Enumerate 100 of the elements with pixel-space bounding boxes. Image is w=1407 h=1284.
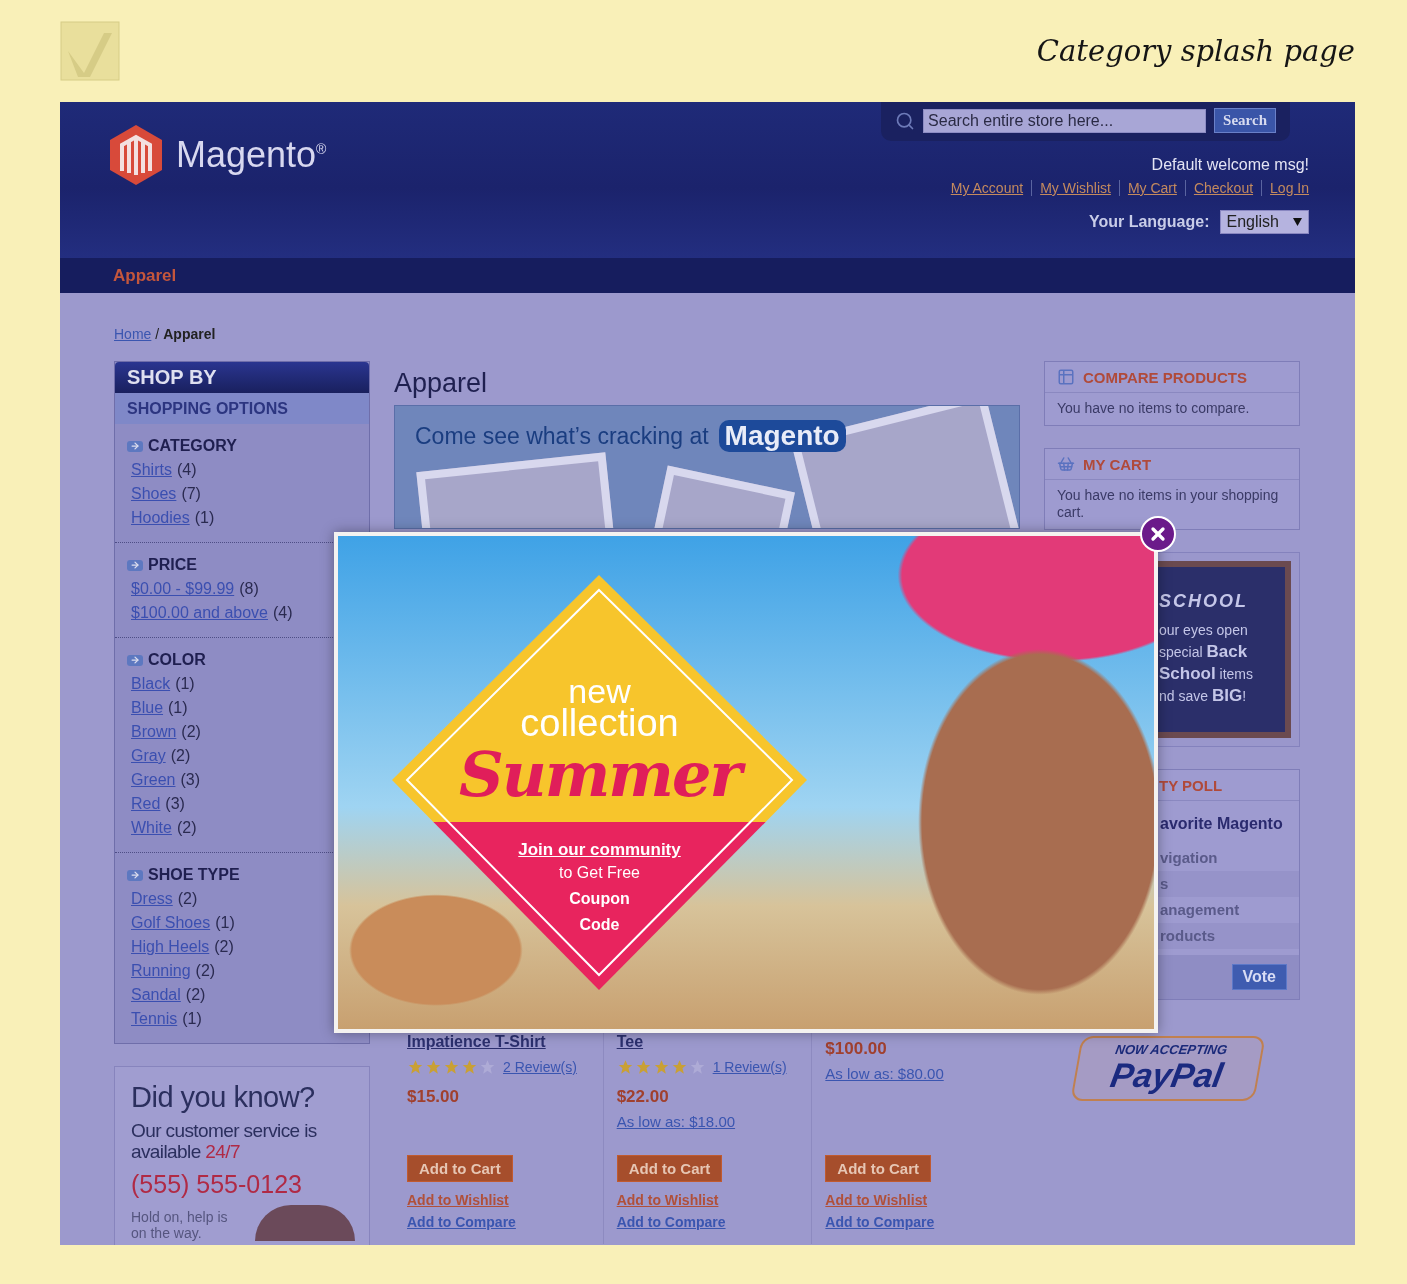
filter-link[interactable]: High Heels [131, 938, 210, 956]
add-to-compare-link[interactable]: Add to Compare [616, 1214, 726, 1230]
filter-link[interactable]: $100.00 and above [131, 604, 268, 622]
filter-count: (1) [194, 509, 215, 527]
breadcrumb-link[interactable]: Home [114, 326, 152, 361]
filter-count: (3) [180, 771, 201, 789]
filter-link[interactable]: Dress [131, 890, 173, 908]
block-title: TY POLL [1158, 776, 1223, 794]
filter-link[interactable]: Hoodies [131, 509, 190, 527]
filter-count: (2) [195, 962, 216, 980]
add-to-compare-link[interactable]: Add to Compare [825, 1214, 935, 1230]
filter-link[interactable]: Running [131, 962, 191, 980]
filter-heading: SHOE TYPE [148, 866, 240, 884]
search-button[interactable]: Search [1214, 108, 1276, 133]
arrow-icon [127, 654, 143, 666]
star-icon [652, 1059, 670, 1075]
product-price: $100.00 [825, 1039, 887, 1059]
language-select[interactable]: English [1219, 210, 1309, 234]
add-to-cart-button[interactable]: Add to Cart [825, 1155, 931, 1182]
filter-heading: PRICE [148, 556, 197, 574]
filter-count: (2) [214, 938, 234, 956]
account-link[interactable]: My Cart [1118, 180, 1185, 196]
join-community-link[interactable]: Join our community [518, 840, 681, 860]
star-icon [670, 1059, 688, 1075]
star-icon [407, 1059, 424, 1075]
welcome-message: Default welcome msg! [1151, 156, 1309, 174]
filter-link[interactable]: Black [131, 675, 171, 693]
add-to-compare-link[interactable]: Add to Compare [407, 1214, 516, 1230]
block-title: COMPARE PRODUCTS [1083, 368, 1247, 386]
filter-link[interactable]: Tennis [131, 1010, 178, 1028]
account-link[interactable]: Log In [1261, 180, 1309, 196]
search-field[interactable]: Search entire store here... [923, 108, 1207, 133]
close-icon [1148, 524, 1168, 544]
add-to-cart-button[interactable]: Add to Cart [616, 1155, 723, 1182]
filter-heading: COLOR [148, 651, 206, 669]
star-icon [634, 1059, 652, 1075]
poll-option[interactable]: vigation [1045, 845, 1299, 871]
filter-link[interactable]: Blue [131, 699, 164, 717]
paypal-logo-text: PayPal [1107, 1057, 1226, 1093]
filter-link[interactable]: $0.00 - $99.99 [131, 580, 235, 598]
product-price: $22.00 [616, 1087, 669, 1107]
popup-text: Code [579, 915, 620, 935]
filter-count: (4) [273, 604, 293, 622]
chalkboard-text: School items [1159, 663, 1254, 685]
filter-count: (2) [176, 819, 197, 837]
breadcrumb-current: Apparel [163, 326, 216, 344]
filter-heading: CATEGORY [148, 437, 237, 455]
add-to-cart-button[interactable]: Add to Cart [407, 1155, 513, 1182]
filter-count: (1) [168, 699, 188, 717]
as-low-as-link[interactable]: As low as: $18.00 [616, 1113, 736, 1130]
paypal-tagline: NOW ACCEPTING [1114, 1042, 1229, 1057]
filter-link[interactable]: White [131, 819, 172, 837]
vote-button[interactable]: Vote [1231, 964, 1287, 990]
filter-link[interactable]: Red [131, 795, 161, 813]
filter-count: (2) [177, 890, 198, 908]
banner-text: Come see what’s cracking at [415, 422, 709, 450]
account-link[interactable]: My Wishlist [1031, 180, 1119, 196]
filter-count: (1) [182, 1010, 202, 1028]
filter-count: (2) [170, 747, 191, 765]
arrow-icon [127, 440, 143, 452]
arrow-icon [127, 869, 143, 881]
account-link[interactable]: Checkout [1184, 180, 1262, 196]
reviews-link[interactable]: 2 Review(s) [503, 1059, 577, 1075]
filter-count: (2) [185, 986, 206, 1004]
add-to-wishlist-link[interactable]: Add to Wishlist [825, 1192, 928, 1208]
store-logo-text: Magento$^{®}$ [176, 134, 327, 176]
account-link[interactable]: My Account [942, 180, 1032, 196]
panel-title: SHOP BY [115, 362, 369, 393]
nav-tab[interactable]: Apparel [113, 265, 177, 286]
filter-link[interactable]: Green [131, 771, 176, 789]
product-name[interactable]: Tee [616, 1033, 644, 1051]
promo-text: Our customer service is available 24/7 [131, 1120, 318, 1162]
product-name[interactable]: Impatience T-Shirt [407, 1033, 546, 1051]
filter-link[interactable]: Sandal [131, 986, 181, 1004]
table-icon [1057, 368, 1075, 386]
promo-title: Did you know? [131, 1081, 316, 1114]
star-icon [461, 1059, 478, 1075]
filter-count: (8) [239, 580, 259, 598]
breadcrumb-separator: / [155, 326, 160, 344]
logo-icon [60, 21, 120, 81]
filter-link[interactable]: Gray [131, 747, 166, 765]
star-icon [425, 1059, 442, 1075]
filter-count: (1) [215, 914, 235, 932]
filter-link[interactable]: Brown [131, 723, 177, 741]
chalkboard-title: SCHOOL [1159, 591, 1249, 612]
reviews-link[interactable]: 1 Review(s) [712, 1059, 787, 1075]
as-low-as-link[interactable]: As low as: $80.00 [825, 1065, 944, 1082]
filter-count: (3) [165, 795, 185, 813]
star-icon [443, 1059, 460, 1075]
add-to-wishlist-link[interactable]: Add to Wishlist [616, 1192, 719, 1208]
basket-icon [1057, 455, 1075, 473]
panel-subtitle: SHOPPING OPTIONS [115, 393, 369, 424]
add-to-wishlist-link[interactable]: Add to Wishlist [407, 1192, 509, 1208]
filter-link[interactable]: Shoes [131, 485, 177, 503]
promo-note: Hold on, help is on the way. [131, 1209, 229, 1241]
filter-link[interactable]: Shirts [131, 461, 172, 479]
poll-option[interactable]: anagement [1045, 897, 1299, 923]
phone-number: (555) 555-0123 [131, 1170, 303, 1199]
popup-text: collection [520, 706, 679, 740]
filter-link[interactable]: Golf Shoes [131, 914, 211, 932]
